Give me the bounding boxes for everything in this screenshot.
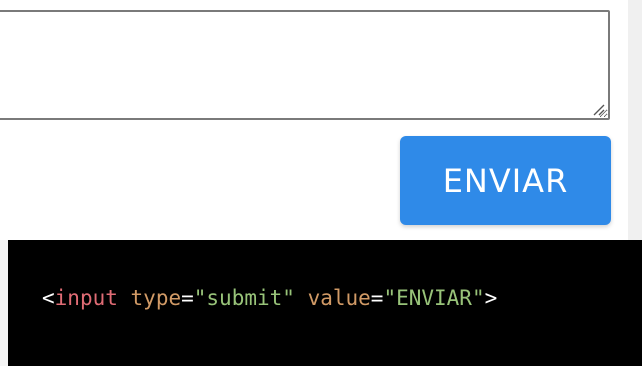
contact-form: ENVIAR — [0, 0, 628, 240]
code-tag-name: input — [54, 286, 118, 310]
scrollbar-gutter — [628, 0, 642, 240]
code-attr-value: value — [307, 286, 371, 310]
message-textarea[interactable] — [0, 10, 610, 120]
code-snippet: <input type="submit" value="ENVIAR"> — [8, 240, 642, 366]
code-open-bracket: < — [42, 286, 55, 310]
code-line: <input type="submit" value="ENVIAR"> — [42, 284, 497, 312]
code-equals: = — [181, 286, 194, 310]
code-attr-type: type — [130, 286, 182, 310]
code-value-submit: "submit" — [193, 286, 295, 310]
page: ENVIAR <input type="submit" value="ENVIA… — [0, 0, 642, 366]
enviar-submit-button[interactable]: ENVIAR — [400, 136, 611, 225]
code-close-bracket: > — [484, 286, 498, 310]
code-equals: = — [370, 286, 384, 310]
code-value-enviar: "ENVIAR" — [383, 286, 485, 310]
